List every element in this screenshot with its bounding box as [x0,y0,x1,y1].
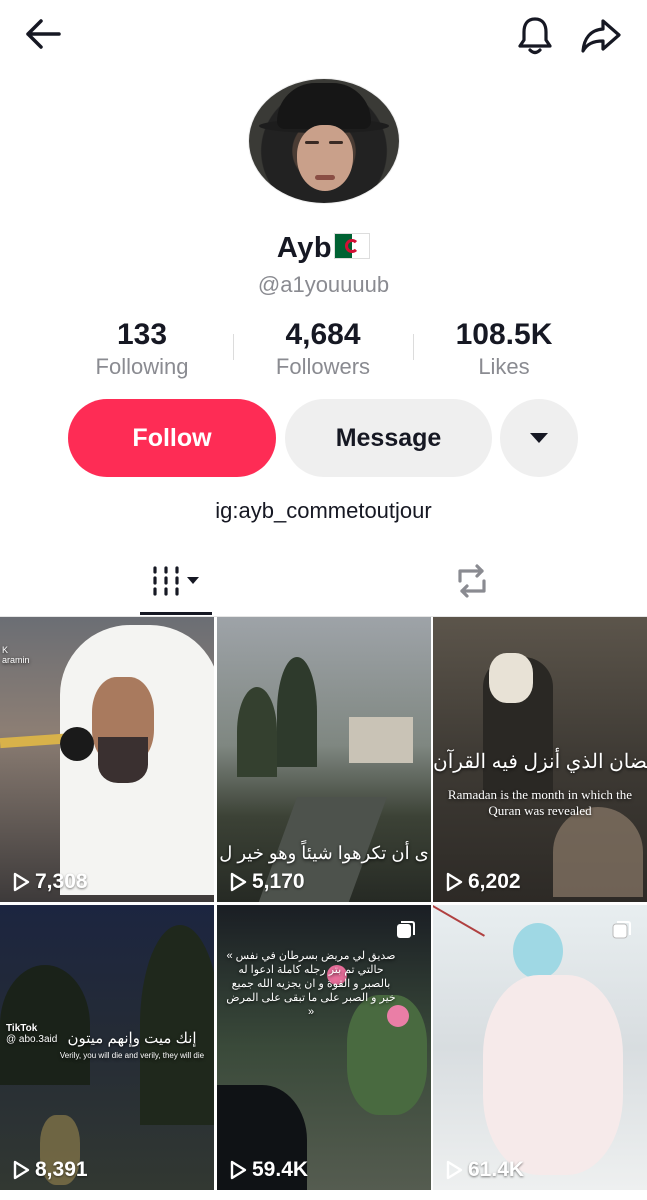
profile-stats: 133 Following 4,684 Followers 108.5K Lik… [0,318,647,388]
view-count: 61.4K [445,1158,524,1182]
play-icon [230,1160,247,1180]
thumbnail-scene [140,925,214,1125]
avatar[interactable] [248,78,400,204]
multi-photo-icon [397,921,415,938]
video-thumbnail-4[interactable]: TikTok @ abo.3aid إنك ميت وإنهم ميتون Ve… [0,905,214,1190]
arrow-left-icon [26,19,61,49]
profile-name-text: Ayb [276,232,333,264]
repost-icon [458,564,486,598]
grid-videos-icon [153,566,199,596]
view-count-text: 8,391 [35,1158,88,1181]
caret-down-icon [530,433,548,443]
corner-label: Karamin [2,645,30,665]
thumbnail-scene [513,923,563,979]
view-count: 6,202 [445,870,521,894]
algeria-flag-icon [334,233,371,259]
video-thumbnail-3[interactable]: رمضان الذي أنزل فيه القرآن Ramadan is th… [433,617,647,902]
profile-name: Ayb [0,232,647,265]
play-icon [13,1160,30,1180]
view-count: 7,308 [12,870,88,894]
video-caption: Verily, you will die and verily, they wi… [59,1051,205,1060]
view-count: 5,170 [229,870,305,894]
notification-bell-button[interactable] [510,12,560,58]
follow-button[interactable]: Follow [68,399,276,477]
back-button[interactable] [18,14,68,54]
video-thumbnail-6[interactable]: 61.4K [433,905,647,1190]
share-profile-button[interactable] [574,12,628,58]
message-button[interactable]: Message [285,399,492,477]
share-icon [581,19,621,53]
tab-videos[interactable] [140,548,212,614]
video-thumbnail-5[interactable]: « صديق لي مريض بسرطان في نفس حالتي تم بت… [217,905,431,1190]
stat-label: Following [95,354,189,379]
view-count-text: 6,202 [468,870,521,893]
watermark-label: TikTok [6,1023,38,1034]
profile-tabs [0,548,647,617]
stat-value: 4,684 [285,318,361,351]
stat-label: Likes [478,354,530,379]
video-caption: Ramadan is the month in which the Quran … [447,787,633,818]
stat-label: Followers [275,354,371,379]
top-bar [0,0,647,70]
stat-value: 108.5K [455,318,553,351]
video-thumbnail-1[interactable]: Karamin 7,308 [0,617,214,902]
play-icon [446,1160,463,1180]
stat-value: 133 [116,318,168,351]
stat-likes[interactable]: 108.5K Likes [414,318,594,380]
video-arabic-text: إنك ميت وإنهم ميتون [67,1030,197,1047]
profile-bio: ig:ayb_commetoutjour [215,498,432,523]
view-count: 8,391 [12,1158,88,1182]
bell-icon [518,17,552,55]
tab-reposts[interactable] [436,548,508,614]
video-caption: ى أن تكرهوا شيئاً وهو خير ل [219,843,429,863]
view-count-text: 7,308 [35,870,88,893]
view-count-text: 5,170 [252,870,305,893]
stat-following[interactable]: 133 Following [52,318,232,380]
stat-followers[interactable]: 4,684 Followers [233,318,413,380]
profile-handle: @a1youuuub [257,272,390,297]
view-count-text: 59.4K [252,1158,309,1181]
video-grid: Karamin 7,308 ى أن تكرهوا شيئاً وهو خير … [0,617,647,1200]
play-icon [13,872,30,892]
multi-photo-icon [612,921,631,939]
avatar-image [248,78,400,204]
video-thumbnail-2[interactable]: ى أن تكرهوا شيئاً وهو خير ل 5,170 [217,617,431,902]
play-icon [446,872,463,892]
video-caption: « صديق لي مريض بسرطان في نفس حالتي تم بت… [226,950,396,1018]
more-options-button[interactable] [500,399,578,477]
play-icon [230,872,247,892]
view-count: 59.4K [229,1158,308,1182]
active-tab-indicator [140,612,212,615]
video-arabic-text: رمضان الذي أنزل فيه القرآن [433,751,647,773]
view-count-text: 61.4K [468,1158,525,1181]
thumbnail-scene [277,657,317,767]
